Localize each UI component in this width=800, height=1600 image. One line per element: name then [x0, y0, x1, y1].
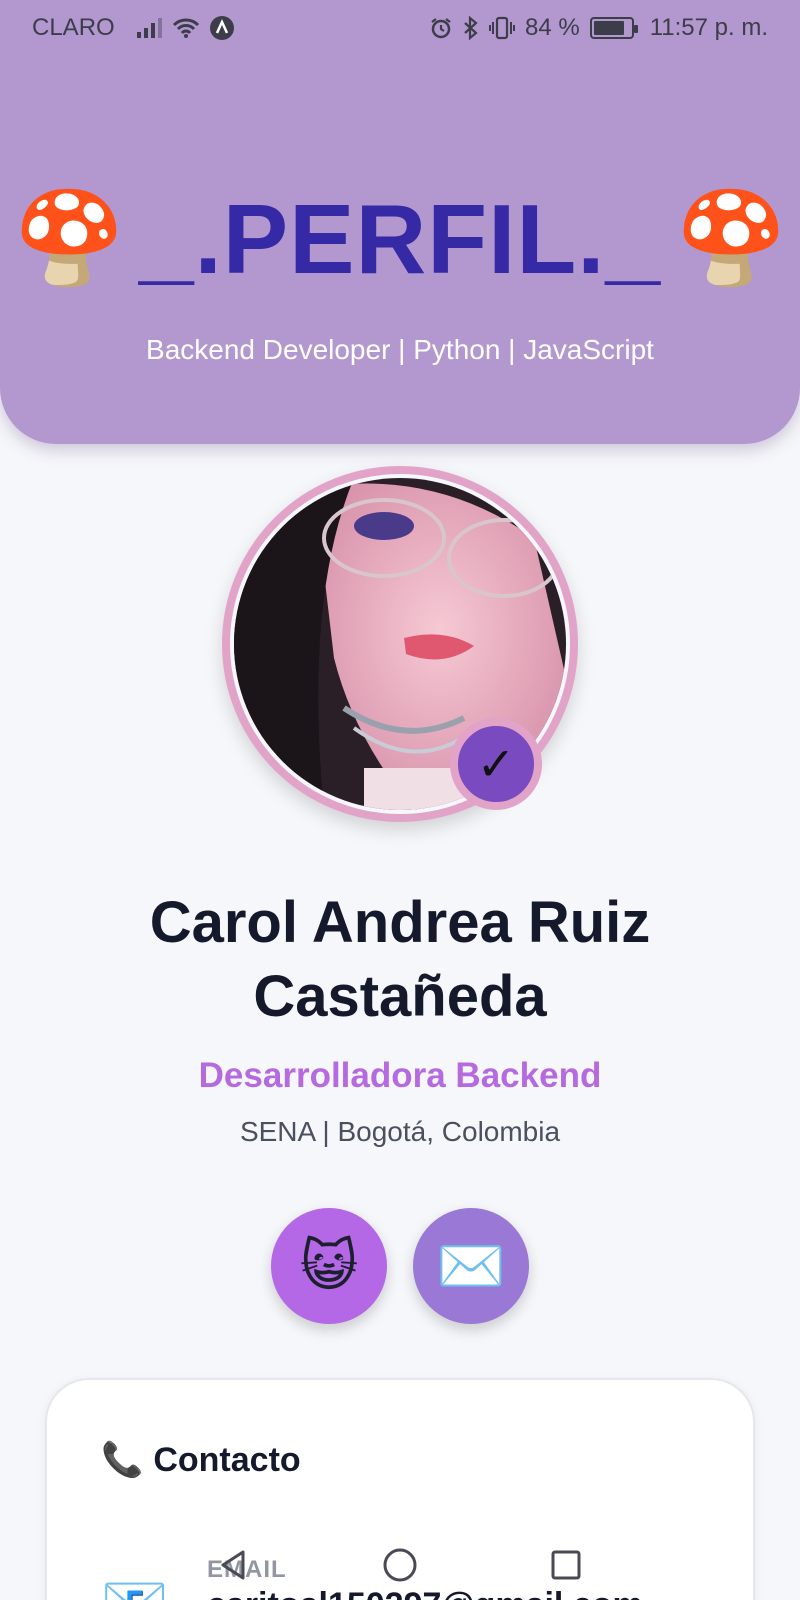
profile-location: SENA | Bogotá, Colombia: [239, 1116, 561, 1147]
profile-name: Carol Andrea Ruiz Castañeda: [0, 886, 800, 1034]
profile-name-line1: Carol Andrea Ruiz: [149, 890, 651, 955]
email-button[interactable]: ✉️: [413, 1208, 529, 1324]
github-button[interactable]: 😺: [271, 1208, 387, 1324]
signal-icon: [136, 18, 162, 38]
header-title-row: 🍄 _.PERFIL._ 🍄: [0, 190, 800, 288]
back-icon[interactable]: [211, 1542, 257, 1588]
status-left: CLARO: [32, 14, 234, 42]
header-title: _.PERFIL._: [139, 184, 661, 294]
nfc-icon: [209, 16, 234, 40]
contact-title: 📞 Contacto: [101, 1440, 301, 1480]
clock: 11:57 p. m.: [649, 14, 768, 41]
envelope-icon: ✉️: [436, 1234, 506, 1297]
home-icon[interactable]: [377, 1542, 423, 1588]
navigation-bar: [0, 1530, 800, 1600]
cat-icon: 😺: [299, 1234, 359, 1297]
profile-name-line2: Castañeda: [253, 964, 547, 1029]
wifi-icon: [172, 17, 200, 39]
mushroom-icon-left: 🍄: [12, 189, 126, 289]
battery-percent: 84 %: [525, 14, 580, 41]
header-subtitle: Backend Developer | Python | JavaScript: [146, 334, 654, 365]
alarm-icon: [429, 16, 453, 40]
vibrate-icon: [489, 16, 515, 40]
verified-badge: ✓: [450, 718, 542, 810]
status-right: 84 % 11:57 p. m.: [429, 14, 768, 42]
check-icon: ✓: [476, 738, 516, 790]
battery-icon: [589, 17, 638, 39]
contact-title-label: Contacto: [153, 1440, 301, 1479]
status-bar: CLARO 84 % 11:57 p. m.: [0, 0, 800, 56]
recents-icon[interactable]: [543, 1542, 589, 1588]
bluetooth-icon: [463, 16, 479, 40]
profile-role: Desarrolladora Backend: [198, 1056, 602, 1095]
carrier-label: CLARO: [32, 14, 115, 41]
phone-icon: 📞: [101, 1441, 144, 1479]
battery-fill: [593, 21, 624, 35]
profile-header: 🍄 _.PERFIL._ 🍄 Backend Developer | Pytho…: [0, 0, 800, 444]
mushroom-icon-right: 🍄: [674, 189, 788, 289]
